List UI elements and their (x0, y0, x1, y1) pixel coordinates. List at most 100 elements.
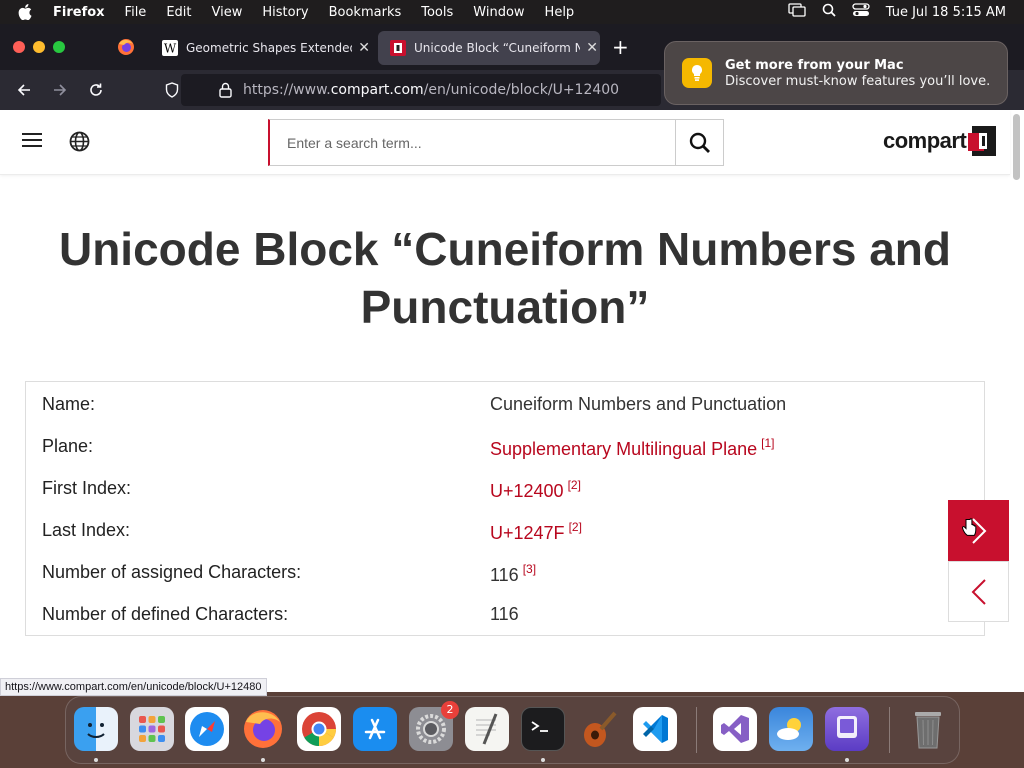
firefox-view-icon[interactable] (117, 38, 135, 60)
running-indicator (261, 758, 265, 762)
trash-icon[interactable] (906, 707, 950, 751)
url-text: https://www.compart.com/en/unicode/block… (243, 82, 619, 98)
hamburger-menu-icon[interactable] (22, 133, 42, 149)
forward-arrow-icon[interactable] (50, 80, 70, 100)
tab-geometric-shapes[interactable]: W Geometric Shapes Extended - W ✕ (150, 31, 372, 65)
minimize-window-button[interactable] (33, 41, 45, 53)
visual-studio-icon[interactable] (713, 707, 757, 751)
page-scrollbar[interactable] (1013, 114, 1020, 180)
compart-logo[interactable]: compart (883, 125, 998, 157)
spotlight-search-icon[interactable] (822, 3, 836, 21)
menu-help[interactable]: Help (545, 5, 575, 20)
dock: 2 (65, 696, 960, 764)
menubar-clock[interactable]: Tue Jul 18 5:15 AM (886, 5, 1006, 20)
info-value-wrap: 116 [3] (490, 562, 536, 586)
compart-logo-mark-icon (968, 126, 997, 156)
vscode-icon[interactable] (633, 707, 677, 751)
info-key: Name: (42, 394, 96, 414)
control-center-icon[interactable] (852, 3, 870, 21)
info-row-plane: Plane: Supplementary Multilingual Plane [… (26, 426, 984, 468)
close-window-button[interactable] (13, 41, 25, 53)
new-tab-button[interactable]: + (612, 37, 629, 57)
textedit-icon[interactable] (465, 707, 509, 751)
safari-icon[interactable] (185, 707, 229, 751)
launchpad-icon[interactable] (130, 707, 174, 751)
apple-menu-icon[interactable] (18, 4, 36, 20)
url-prefix: https://www. (243, 82, 331, 98)
reference-link[interactable]: [3] (523, 562, 536, 576)
search-button[interactable] (675, 119, 724, 166)
finder-icon[interactable] (74, 707, 118, 751)
terminal-icon[interactable] (521, 707, 565, 751)
info-value: 116 (490, 604, 519, 624)
web-content: compart Unicode Block “Cuneiform Numbers… (0, 110, 1024, 692)
notification-badge: 2 (441, 701, 459, 719)
lock-icon[interactable] (219, 82, 232, 102)
reference-link[interactable]: [1] (761, 436, 774, 450)
chrome-icon[interactable] (297, 707, 341, 751)
link-status-bar: https://www.compart.com/en/unicode/block… (0, 678, 267, 696)
tracking-protection-shield-icon[interactable] (165, 82, 179, 102)
running-indicator (845, 758, 849, 762)
globe-language-icon[interactable] (69, 131, 90, 156)
address-bar[interactable]: https://www.compart.com/en/unicode/block… (165, 74, 661, 106)
previous-block-button[interactable] (948, 561, 1009, 622)
zoom-window-button[interactable] (53, 41, 65, 53)
first-index-link[interactable]: U+12400 (490, 481, 564, 501)
menu-edit[interactable]: Edit (166, 5, 191, 20)
app-store-icon[interactable] (353, 707, 397, 751)
menu-file[interactable]: File (125, 5, 147, 20)
back-arrow-icon[interactable] (14, 80, 34, 100)
info-value-wrap: U+1247F [2] (490, 520, 582, 544)
tab-title: Unicode Block “Cuneiform Num (414, 41, 581, 55)
running-indicator (541, 758, 545, 762)
menu-tools[interactable]: Tools (421, 5, 453, 20)
info-key: Number of assigned Characters: (42, 562, 302, 582)
next-block-button[interactable] (948, 500, 1009, 561)
menu-history[interactable]: History (262, 5, 308, 20)
svg-text:W: W (164, 42, 177, 56)
search-input[interactable] (287, 134, 675, 151)
lightbulb-icon (682, 58, 712, 88)
simulator-icon[interactable] (825, 707, 869, 751)
info-key: Number of defined Characters: (42, 604, 289, 624)
close-tab-icon[interactable]: ✕ (356, 40, 372, 56)
dock-separator (696, 707, 697, 753)
info-row-first-index: First Index: U+12400 [2] (26, 468, 984, 510)
notification-title: Get more from your Mac (725, 57, 904, 73)
last-index-link[interactable]: U+1247F (490, 523, 565, 543)
logo-text: compart (883, 128, 967, 153)
info-row-defined: Number of defined Characters: 116 (26, 594, 984, 636)
system-settings-icon[interactable]: 2 (409, 701, 459, 751)
mac-tips-notification[interactable]: Get more from your Mac Discover must-kno… (664, 41, 1008, 105)
plane-link[interactable]: Supplementary Multilingual Plane (490, 439, 757, 459)
screen-mirroring-icon[interactable] (788, 3, 806, 21)
instruments-icon[interactable] (577, 707, 621, 751)
compart-favicon-icon (390, 40, 406, 56)
dock-separator (889, 707, 890, 753)
menu-view[interactable]: View (212, 5, 243, 20)
info-row-name: Name: Cuneiform Numbers and Punctuation (26, 384, 984, 426)
info-value-wrap: Supplementary Multilingual Plane [1] (490, 436, 775, 460)
tab-unicode-block[interactable]: Unicode Block “Cuneiform Num ✕ (378, 31, 600, 65)
url-domain: compart.com (330, 82, 424, 98)
menu-bookmarks[interactable]: Bookmarks (329, 5, 402, 20)
info-row-last-index: Last Index: U+1247F [2] (26, 510, 984, 552)
weather-icon[interactable] (769, 707, 813, 751)
firefox-icon[interactable] (241, 707, 285, 751)
tab-title: Geometric Shapes Extended - W (186, 41, 353, 55)
block-info-table: Name: Cuneiform Numbers and Punctuation … (25, 381, 985, 636)
close-tab-icon[interactable]: ✕ (584, 40, 600, 56)
reference-link[interactable]: [2] (569, 520, 582, 534)
search-field[interactable] (268, 119, 676, 166)
notification-body: Discover must-know features you’ll love. (725, 73, 991, 89)
info-row-assigned: Number of assigned Characters: 116 [3] (26, 552, 984, 594)
reference-link[interactable]: [2] (568, 478, 581, 492)
menu-bar: Firefox File Edit View History Bookmarks… (0, 0, 1024, 24)
hand-pointer-cursor-icon (961, 518, 977, 542)
info-value: Cuneiform Numbers and Punctuation (490, 394, 787, 414)
reload-icon[interactable] (86, 80, 106, 100)
info-key: Plane: (42, 436, 94, 456)
menu-window[interactable]: Window (473, 5, 524, 20)
menu-app-name[interactable]: Firefox (53, 5, 105, 20)
